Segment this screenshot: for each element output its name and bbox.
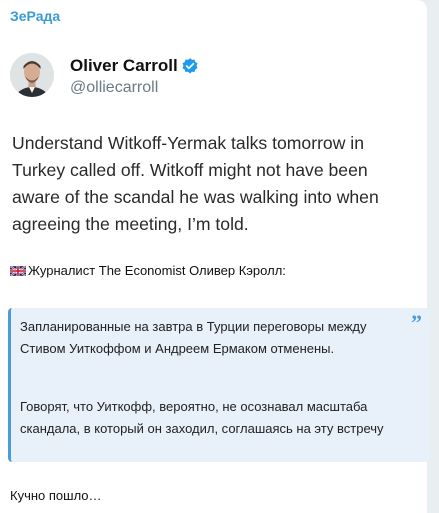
quote-paragraph: Говорят, что Уиткофф, вероятно, не осозн…	[20, 399, 384, 436]
quote-block: ” Запланированные на завтра в Турции пер…	[8, 308, 430, 462]
author-handle: @olliecarroll	[70, 79, 159, 96]
channel-name[interactable]: ЗеРада	[10, 8, 60, 24]
uk-flag-icon	[10, 266, 26, 276]
verified-badge-icon	[182, 58, 198, 74]
post-footer: Кучно пошло…	[10, 488, 102, 503]
post-intro: Журналист The Economist Оливер Кэролл:	[28, 263, 286, 278]
quote-icon: ”	[411, 310, 422, 335]
tweet-screenshot[interactable]: Oliver Carroll @olliecarroll Understand …	[0, 30, 427, 256]
quote-paragraph: Запланированные на завтра в Турции перег…	[20, 319, 367, 356]
author-avatar	[10, 53, 54, 97]
message-bubble: ЗеРада Oliver Carroll @olliecarroll Unde…	[0, 0, 430, 513]
tweet-text: Understand Witkoff-Yermak talks tomorrow…	[12, 133, 379, 234]
author-name: Oliver Carroll	[70, 56, 178, 75]
